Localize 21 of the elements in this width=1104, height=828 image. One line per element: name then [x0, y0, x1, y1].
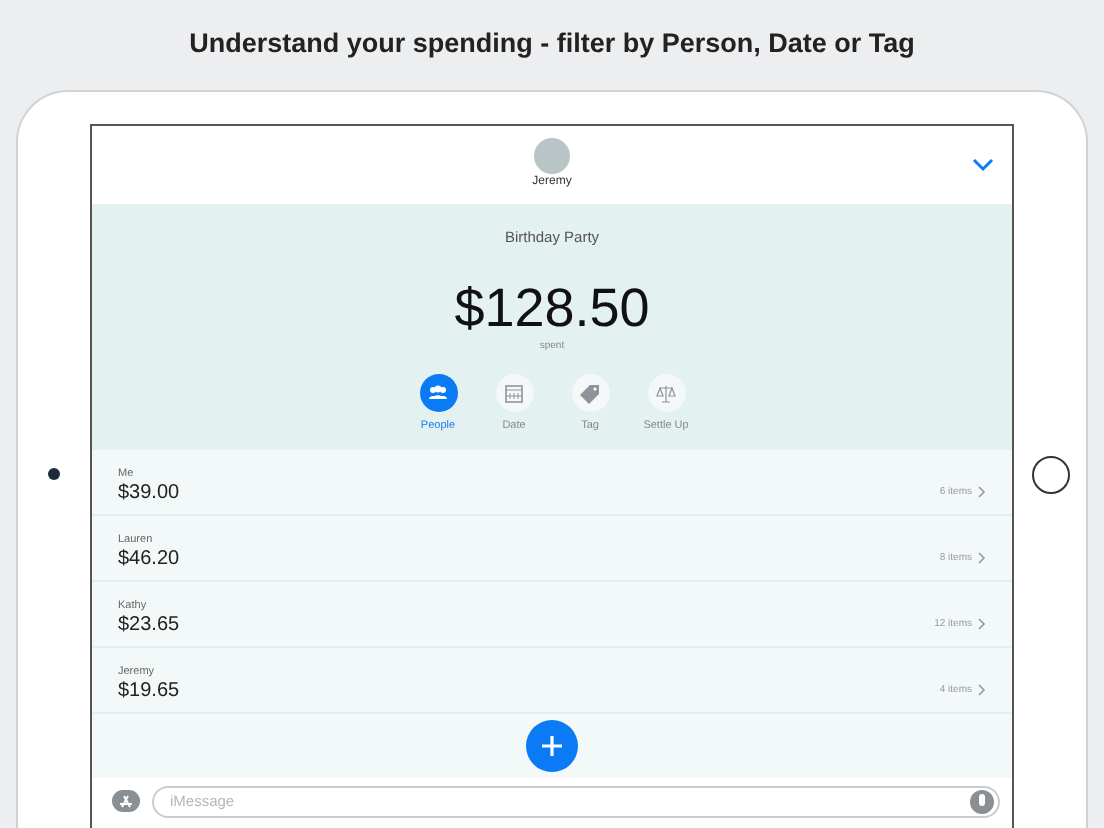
home-button[interactable] — [1031, 455, 1069, 493]
tag-icon — [578, 381, 602, 406]
total-amount: $128.50 — [454, 280, 650, 340]
person-amount: $46.20 — [118, 548, 180, 570]
microphone-icon[interactable] — [970, 789, 994, 813]
date-icon — [502, 381, 526, 406]
person-amount: $39.00 — [118, 482, 180, 504]
add-button[interactable] — [526, 720, 578, 772]
chevron-right-icon[interactable] — [978, 618, 986, 631]
chevron-right-icon[interactable] — [978, 486, 986, 499]
camera-icon — [48, 468, 60, 480]
person-amount: $23.65 — [118, 614, 180, 636]
plus-icon — [540, 734, 564, 758]
app-store-icon — [118, 794, 134, 808]
chevron-right-icon[interactable] — [978, 684, 986, 697]
chevron-down-icon[interactable] — [972, 158, 994, 172]
headline: Understand your spending - filter by Person, Date or Tag — [187, 26, 917, 62]
avatar-circle — [534, 138, 570, 174]
chevron-right-icon[interactable] — [978, 552, 986, 565]
person-amount: $19.65 — [118, 680, 180, 702]
app-store-button[interactable] — [112, 790, 140, 812]
